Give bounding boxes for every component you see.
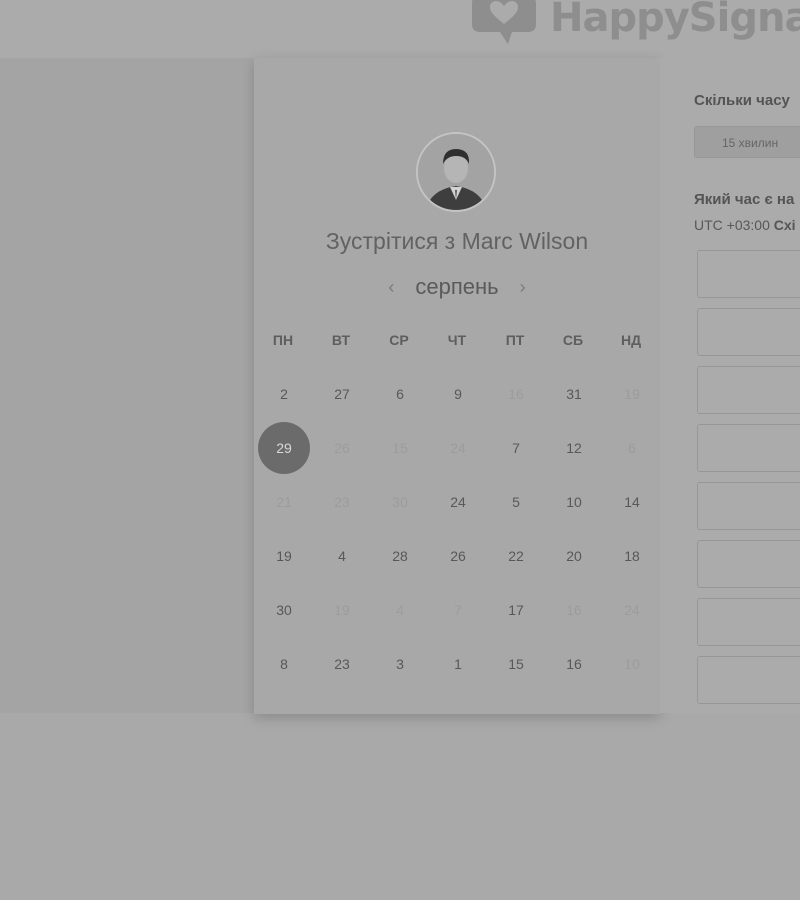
calendar-day: 7	[454, 602, 462, 618]
brand-name: HappySigna	[550, 0, 800, 41]
calendar-day[interactable]: 23	[316, 638, 368, 690]
time-slot[interactable]	[697, 308, 800, 356]
calendar-day[interactable]: 5	[490, 476, 542, 528]
calendar-day: 19	[334, 602, 350, 618]
calendar-day: 23	[334, 494, 350, 510]
time-slot[interactable]	[697, 366, 800, 414]
month-label: серпень	[415, 274, 499, 299]
weekday-fri: ПТ	[505, 332, 525, 348]
calendar-day[interactable]: 22	[490, 530, 542, 582]
time-slot[interactable]	[697, 540, 800, 588]
top-header: HappySigna	[0, 0, 800, 58]
booking-panel: Скільки часу 15 хвилин Який час є на UTC…	[660, 58, 800, 713]
calendar-day[interactable]: 10	[548, 476, 600, 528]
calendar-day[interactable]: 8	[258, 638, 310, 690]
chevron-right-icon[interactable]: ›	[515, 277, 531, 298]
time-question: Який час є на	[694, 191, 795, 208]
calendar-day: 26	[334, 440, 350, 456]
calendar-day: 24	[450, 440, 466, 456]
calendar-day[interactable]: 2	[258, 368, 310, 420]
weekday-tue: ВТ	[331, 332, 351, 348]
timezone-name: Схі	[773, 217, 796, 233]
timezone-offset: UTC +03:00	[694, 217, 770, 233]
calendar-day: 24	[624, 602, 640, 618]
calendar-day[interactable]: 14	[606, 476, 658, 528]
calendar-day: 21	[276, 494, 292, 510]
meeting-title-prefix: Зустрітися з	[325, 228, 456, 254]
chevron-left-icon[interactable]: ‹	[383, 277, 399, 298]
weekday-header: ПН ВТ СР ЧТ ПТ СБ НД	[254, 332, 660, 352]
weekday-sun: НД	[620, 332, 642, 348]
calendar-day[interactable]: 4	[316, 530, 368, 582]
weekday-thu: ЧТ	[447, 332, 467, 348]
calendar-day[interactable]: 7	[490, 422, 542, 474]
calendar-day[interactable]: 3	[374, 638, 426, 690]
calendar-day[interactable]: 31	[548, 368, 600, 420]
time-slot[interactable]	[697, 656, 800, 704]
calendar-day: 6	[628, 440, 636, 456]
weekday-mon: ПН	[272, 332, 294, 348]
calendar-day: 16	[508, 386, 524, 402]
speech-bubble-heart-icon	[472, 0, 536, 44]
calendar-day[interactable]: 6	[374, 368, 426, 420]
calendar-day[interactable]: 18	[606, 530, 658, 582]
page-background	[0, 713, 800, 900]
meeting-title: Зустрітися з Marc Wilson	[254, 228, 660, 255]
calendar-day[interactable]: 30	[258, 584, 310, 636]
calendar-day: 30	[392, 494, 408, 510]
calendar-day[interactable]: 17	[490, 584, 542, 636]
time-slot[interactable]	[697, 482, 800, 530]
calendar-card: Зустрітися з Marc Wilson ‹ серпень › ПН …	[254, 58, 660, 714]
host-avatar	[416, 132, 496, 212]
calendar-day[interactable]: 27	[316, 368, 368, 420]
duration-option-button[interactable]: 15 хвилин	[694, 126, 800, 158]
calendar-day[interactable]: 15	[490, 638, 542, 690]
calendar-day[interactable]: 1	[432, 638, 484, 690]
calendar-day[interactable]: 24	[432, 476, 484, 528]
brand-logo[interactable]: HappySigna	[468, 0, 800, 48]
host-name: Marc Wilson	[461, 228, 589, 254]
time-slot[interactable]	[697, 250, 800, 298]
timezone-label: UTC +03:00 Схі	[694, 217, 796, 233]
weekday-sat: СБ	[562, 332, 584, 348]
left-backdrop-panel	[0, 58, 256, 713]
calendar-day: 15	[392, 440, 408, 456]
calendar-day[interactable]: 28	[374, 530, 426, 582]
time-slot[interactable]	[697, 424, 800, 472]
calendar-day: 19	[624, 386, 640, 402]
calendar-day[interactable]: 16	[548, 638, 600, 690]
calendar-day: 10	[624, 656, 640, 672]
calendar-day[interactable]: 12	[548, 422, 600, 474]
duration-question: Скільки часу	[694, 92, 790, 109]
calendar-day-selected[interactable]: 29	[258, 422, 310, 474]
calendar-day[interactable]: 26	[432, 530, 484, 582]
time-slot[interactable]	[697, 598, 800, 646]
calendar-day[interactable]: 20	[548, 530, 600, 582]
calendar-day[interactable]: 9	[432, 368, 484, 420]
calendar-day: 4	[396, 602, 404, 618]
person-photo-icon	[418, 134, 494, 210]
calendar-day: 16	[566, 602, 582, 618]
month-navigation: ‹ серпень ›	[254, 272, 660, 302]
weekday-wed: СР	[389, 332, 409, 348]
calendar-day[interactable]: 19	[258, 530, 310, 582]
